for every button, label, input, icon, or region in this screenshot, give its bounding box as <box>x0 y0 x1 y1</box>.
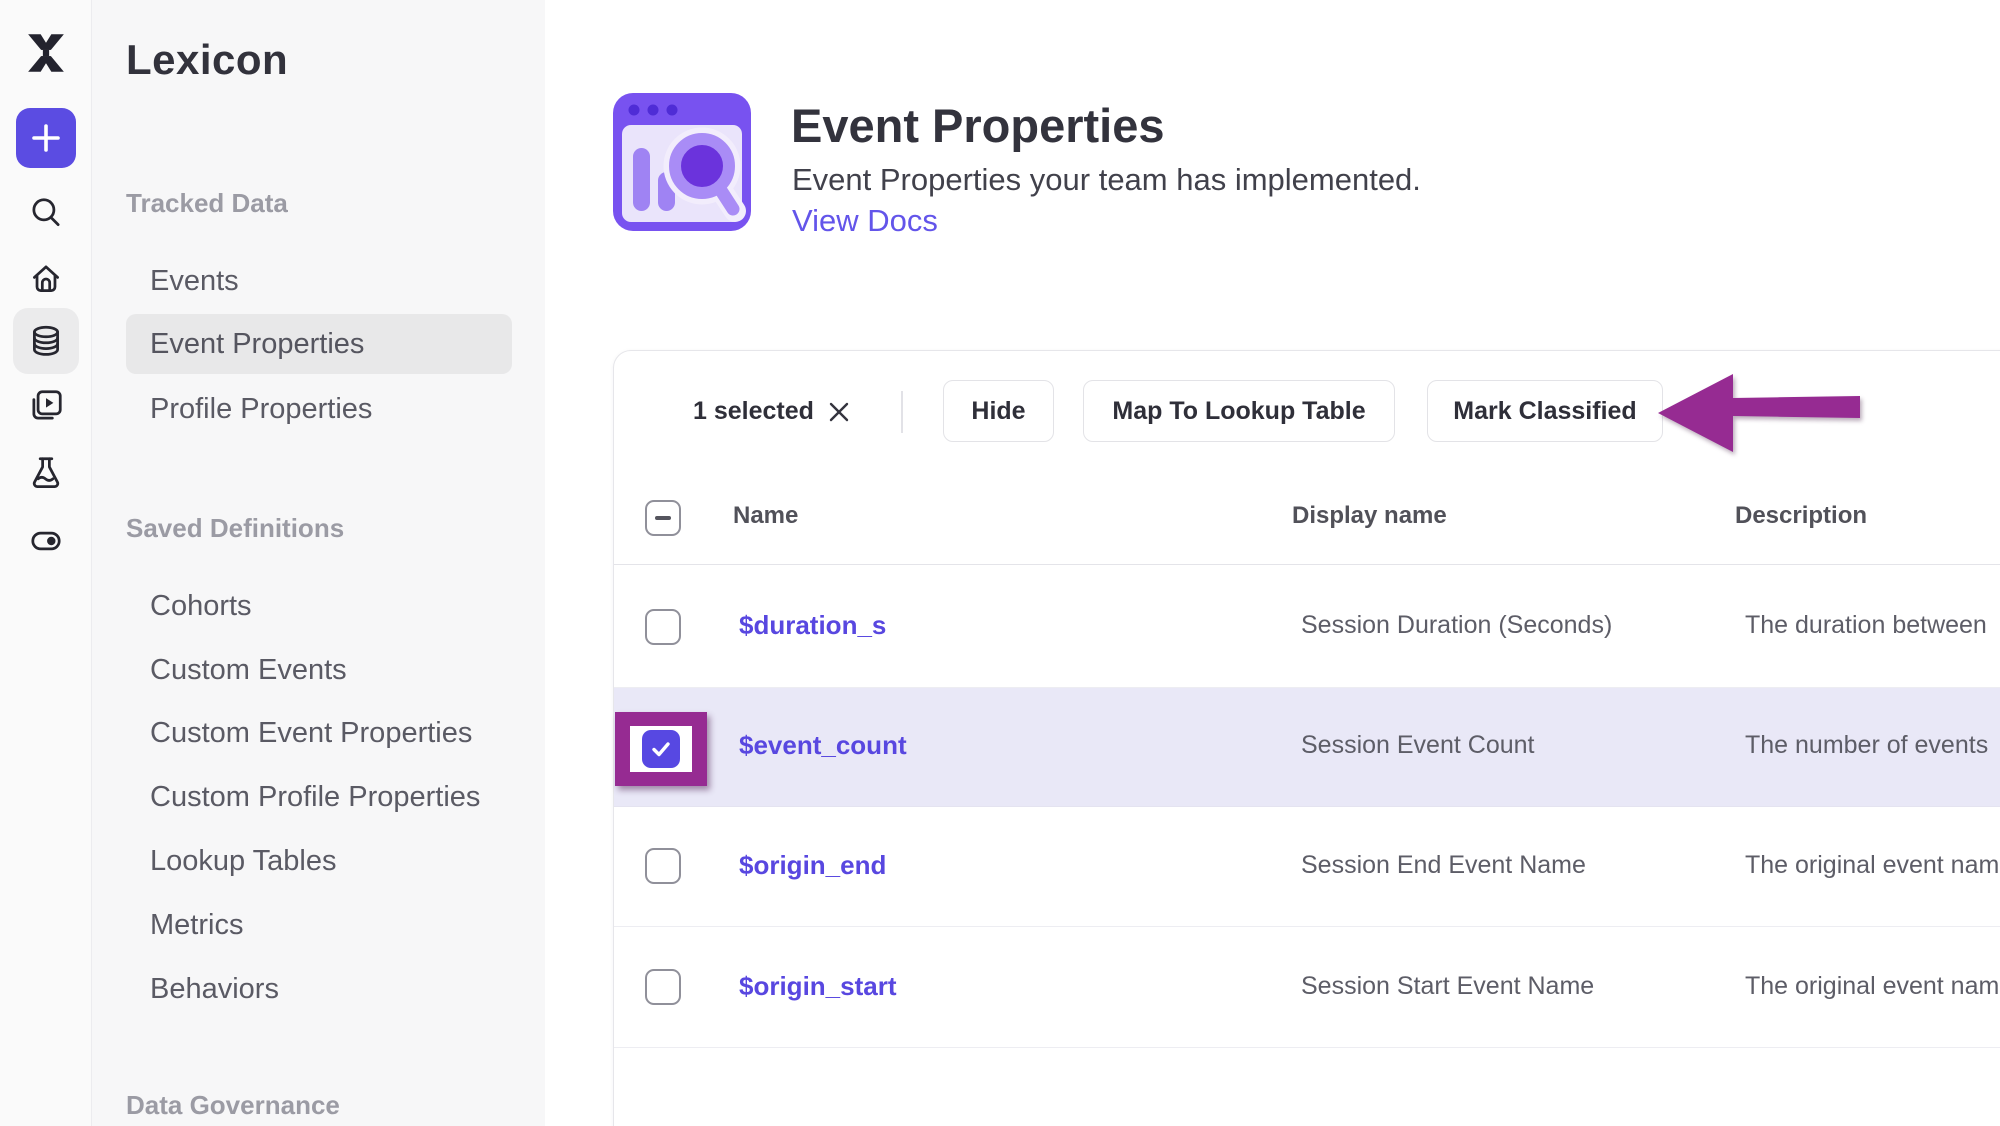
clear-selection-icon[interactable] <box>827 400 851 424</box>
display-name-cell: Session End Event Name <box>1301 851 1586 880</box>
sidebar-item-lookup-tables[interactable]: Lookup Tables <box>150 839 337 883</box>
table-row: $duration_s Session Duration (Seconds) T… <box>614 566 2000 688</box>
table-header-row: Name Display name Description <box>614 472 2000 565</box>
table-row: $origin_start Session Start Event Name T… <box>614 927 2000 1048</box>
mixpanel-logo-icon[interactable] <box>21 26 71 80</box>
property-name-link[interactable]: $origin_start <box>739 971 897 1002</box>
icon-rail <box>0 0 92 1126</box>
boards-icon <box>27 387 65 425</box>
boards-nav-item[interactable] <box>27 387 65 425</box>
table-row: $origin_end Session End Event Name The o… <box>614 807 2000 927</box>
home-nav-item[interactable] <box>27 260 65 298</box>
annotation-arrow <box>1650 366 1865 460</box>
description-cell: The original event nam <box>1745 851 1999 880</box>
description-cell: The duration between <box>1745 611 1987 640</box>
sidebar-item-cohorts[interactable]: Cohorts <box>150 584 252 628</box>
row-checkbox[interactable] <box>645 848 681 884</box>
view-docs-link[interactable]: View Docs <box>792 203 938 239</box>
home-icon <box>27 260 65 298</box>
sidebar-item-custom-profile-properties[interactable]: Custom Profile Properties <box>150 775 480 819</box>
sidebar-item-metrics[interactable]: Metrics <box>150 903 243 947</box>
section-label-saved-definitions: Saved Definitions <box>126 513 344 544</box>
create-new-button[interactable] <box>16 108 76 168</box>
row-checkbox-checked[interactable] <box>642 730 680 768</box>
toggle-icon <box>27 522 65 560</box>
hide-button[interactable]: Hide <box>943 380 1054 442</box>
database-icon <box>27 322 65 360</box>
page-title: Event Properties <box>791 98 1165 153</box>
search-nav-item[interactable] <box>27 194 65 232</box>
section-label-data-governance: Data Governance <box>126 1090 340 1121</box>
page-subtitle: Event Properties your team has implement… <box>792 162 1421 198</box>
display-name-cell: Session Event Count <box>1301 731 1534 760</box>
toolbar-divider <box>901 391 903 433</box>
sidebar-item-events[interactable]: Events <box>150 259 239 303</box>
sidebar-item-behaviors[interactable]: Behaviors <box>150 967 279 1011</box>
plus-icon <box>31 123 61 153</box>
property-name-link[interactable]: $origin_end <box>739 850 886 881</box>
column-header-display-name: Display name <box>1292 502 1447 530</box>
data-definitions-nav-item[interactable] <box>27 322 65 360</box>
property-name-link[interactable]: $duration_s <box>739 610 886 641</box>
section-label-tracked-data: Tracked Data <box>126 188 288 219</box>
checkmark-icon <box>649 737 673 761</box>
lexicon-sidebar: Lexicon Tracked Data Events Event Proper… <box>92 0 545 1126</box>
annotation-highlight-box <box>615 712 707 786</box>
description-cell: The original event nam <box>1745 972 1999 1001</box>
flask-icon <box>27 453 65 491</box>
search-icon <box>27 194 65 232</box>
select-all-checkbox[interactable] <box>645 500 681 536</box>
toggle-nav-item[interactable] <box>27 522 65 560</box>
selected-count-label: 1 selected <box>693 397 814 426</box>
row-checkbox[interactable] <box>645 969 681 1005</box>
sidebar-title: Lexicon <box>126 36 288 84</box>
mark-classified-button[interactable]: Mark Classified <box>1427 380 1663 442</box>
map-to-lookup-table-button[interactable]: Map To Lookup Table <box>1083 380 1395 442</box>
column-header-name: Name <box>733 502 798 530</box>
sidebar-item-custom-events[interactable]: Custom Events <box>150 648 347 692</box>
row-checkbox[interactable] <box>645 609 681 645</box>
property-name-link[interactable]: $event_count <box>739 730 907 761</box>
column-header-description: Description <box>1735 502 1867 530</box>
display-name-cell: Session Duration (Seconds) <box>1301 611 1612 640</box>
description-cell: The number of events <box>1745 731 1988 760</box>
table-row-selected: $event_count Session Event Count The num… <box>614 688 2000 807</box>
display-name-cell: Session Start Event Name <box>1301 972 1594 1001</box>
annotation-highlight-inner <box>630 726 692 772</box>
sidebar-item-event-properties[interactable]: Event Properties <box>126 314 512 374</box>
indeterminate-mark <box>655 516 671 520</box>
sidebar-item-custom-event-properties[interactable]: Custom Event Properties <box>150 711 472 755</box>
event-properties-app-icon <box>613 93 751 231</box>
experiments-nav-item[interactable] <box>27 453 65 491</box>
sidebar-item-profile-properties[interactable]: Profile Properties <box>150 387 372 431</box>
